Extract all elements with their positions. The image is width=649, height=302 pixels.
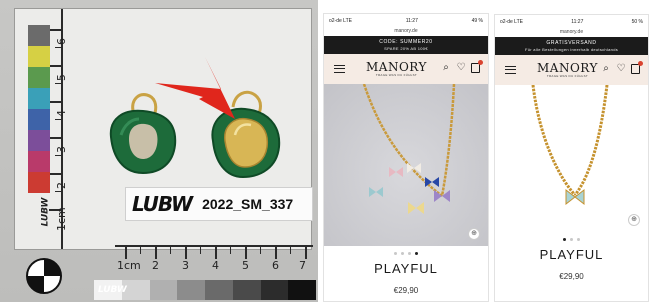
battery-text: 49 %: [471, 18, 483, 24]
gallery-dot-active[interactable]: [563, 238, 566, 241]
carrier-text: o2-de LTE: [500, 19, 523, 25]
reference-card: 6 5 4 3 2 1cm LUBW LUBW 2022_SM_337 1cm …: [14, 8, 313, 272]
gallery-dot[interactable]: [577, 238, 580, 241]
ruler-label: 5: [55, 74, 68, 81]
zoom-icon[interactable]: ⊕: [468, 228, 480, 240]
ruler-label: 4: [212, 259, 219, 272]
promo-banner[interactable]: GRATISVERSAND Für alle Bestellungen inne…: [495, 37, 648, 55]
ruler-label: 6: [272, 259, 279, 272]
search-icon[interactable]: ⌕: [441, 63, 451, 73]
ruler-label: 6: [55, 38, 68, 45]
gallery-dot[interactable]: [394, 252, 397, 255]
butterfly-pendant-icon: [425, 177, 439, 187]
ruler-label: 5: [242, 259, 249, 272]
carrier-text: o2-de LTE: [329, 18, 352, 24]
promo-line-1: GRATISVERSAND: [546, 40, 597, 46]
promo-line-1: CODE: SUMMER20: [379, 39, 433, 45]
grey-scale-bar: [94, 280, 316, 300]
site-header: MANORY TRAGE WAS DU FÜHLST ⌕ ♡: [324, 54, 488, 84]
necklace-and-pendants-photo: [362, 84, 456, 214]
product-price: €29,90: [393, 286, 419, 295]
brand-logo[interactable]: MANORY TRAGE WAS DU FÜHLST: [537, 62, 598, 78]
lab-logo-small: LUBW: [40, 197, 51, 227]
menu-icon[interactable]: [334, 65, 345, 73]
lab-logo-small: LUBW: [98, 285, 127, 295]
butterfly-pendant-icon: [565, 188, 585, 206]
sample-id: 2022_SM_337: [202, 196, 294, 212]
necklace-photo: [531, 85, 609, 206]
promo-banner[interactable]: CODE: SUMMER20 SPARE 20% AB 100€: [324, 36, 488, 54]
sample-label: LUBW 2022_SM_337: [125, 187, 313, 221]
ruler-label: 1cm: [55, 207, 68, 231]
product-name: PLAYFUL: [374, 261, 438, 276]
promo-line-2: Für alle Bestellungen innerhalb deutschl…: [524, 47, 619, 52]
ruler-label: 4: [55, 110, 68, 117]
ruler-label: 2: [152, 259, 159, 272]
ruler-label: 2: [55, 182, 68, 189]
ruler-label: 1cm: [117, 259, 141, 272]
status-bar: o2-de LTE 11:27 50 %: [495, 15, 648, 29]
time-text: 11:27: [571, 19, 584, 25]
status-bar: o2-de LTE 11:27 49 %: [324, 14, 488, 28]
cart-icon[interactable]: [471, 60, 483, 73]
calibration-target-icon: [26, 258, 62, 294]
gallery-dot[interactable]: [570, 238, 573, 241]
butterfly-pendant-icon: [369, 187, 383, 197]
ruler-label: 7: [299, 259, 306, 272]
gallery-dot-active[interactable]: [415, 252, 418, 255]
gallery-dot[interactable]: [408, 252, 411, 255]
evidence-photo: 6 5 4 3 2 1cm LUBW LUBW 2022_SM_337 1cm …: [0, 0, 318, 302]
heart-icon[interactable]: ♡: [456, 63, 466, 73]
brand-name: MANORY: [366, 60, 427, 74]
battery-text: 50 %: [631, 19, 643, 25]
shop-screenshot-1: o2-de LTE 11:27 49 % manory.de CODE: SUM…: [323, 13, 489, 302]
lab-logo: LUBW: [132, 192, 193, 216]
gallery-dots: [495, 232, 648, 245]
url-bar[interactable]: manory.de: [324, 28, 488, 36]
ruler-label: 3: [55, 146, 68, 153]
earrings-image: [109, 57, 281, 179]
product-price: €29,90: [559, 272, 584, 281]
menu-icon[interactable]: [505, 66, 516, 74]
product-image[interactable]: ⊕: [495, 85, 648, 232]
ruler-label: 3: [182, 259, 189, 272]
butterfly-pendant-icon: [408, 202, 424, 214]
product-image[interactable]: ⊕: [324, 84, 488, 246]
color-calibration-swatches: [28, 25, 50, 193]
horizontal-ruler: 1cm 2 3 4 5 6 7: [115, 245, 313, 277]
butterfly-pendant-icon: [389, 167, 403, 177]
brand-logo[interactable]: MANORY TRAGE WAS DU FÜHLST: [366, 61, 427, 77]
brand-name: MANORY: [537, 61, 598, 75]
cart-icon[interactable]: [631, 61, 643, 74]
shop-screenshot-2: o2-de LTE 11:27 50 % manory.de GRATISVER…: [494, 14, 649, 302]
site-header: MANORY TRAGE WAS DU FÜHLST ⌕ ♡: [495, 55, 648, 85]
promo-line-2: SPARE 20% AB 100€: [384, 46, 428, 51]
search-icon[interactable]: ⌕: [601, 64, 611, 74]
red-arrow-icon: [155, 57, 235, 119]
time-text: 11:27: [405, 18, 418, 24]
gallery-dots: [324, 246, 488, 259]
zoom-icon[interactable]: ⊕: [628, 214, 640, 226]
gallery-dot[interactable]: [401, 252, 404, 255]
product-name: PLAYFUL: [539, 247, 604, 262]
heart-icon[interactable]: ♡: [616, 64, 626, 74]
url-bar[interactable]: manory.de: [495, 29, 648, 37]
